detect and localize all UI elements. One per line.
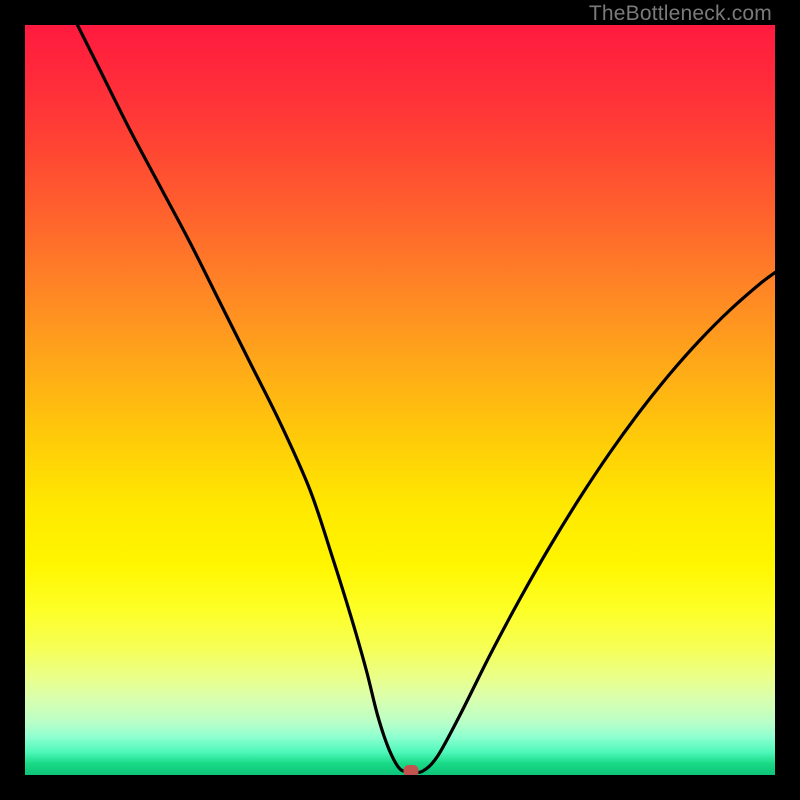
- watermark-text: TheBottleneck.com: [589, 2, 772, 26]
- chart-frame: TheBottleneck.com: [0, 0, 800, 800]
- bottleneck-curve: [25, 25, 775, 775]
- optimal-point-marker: [404, 765, 419, 775]
- plot-area: [25, 25, 775, 775]
